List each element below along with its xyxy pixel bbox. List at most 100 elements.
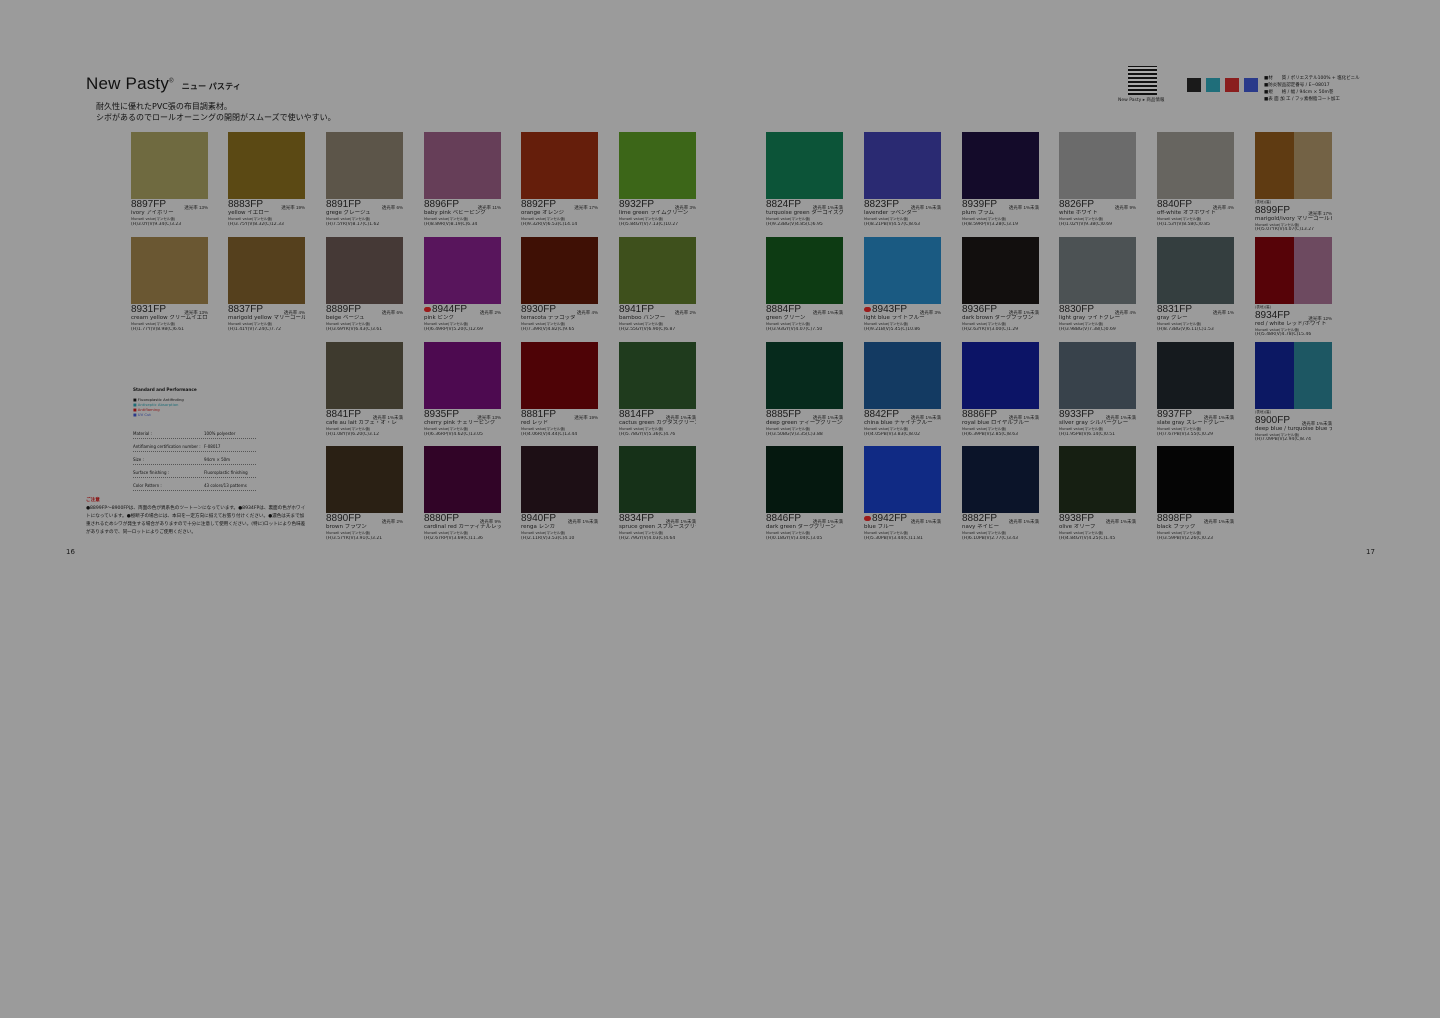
swatch-8890fp[interactable]: 8890FP 透光率 2% brown ブラウン Munsell value(マンセル…: [326, 446, 403, 541]
swatch-code: 8826FP: [1059, 199, 1095, 210]
swatch-8831fp[interactable]: 8831FP 透光率 1% gray グレー Munsell value(マンセル値)…: [1157, 237, 1234, 332]
spec-value: Fluoroplastic finishing: [204, 470, 248, 475]
swatch-8830fp[interactable]: 8830FP 透光率 4% light gray ライトグレー Munsell val…: [1059, 237, 1136, 332]
swatch-name: slate gray スレートグレー: [1157, 420, 1225, 426]
swatch-8884fp[interactable]: 8884FP 透光率 1%未満 green グリーン Munsell value(マン…: [766, 237, 843, 332]
swatch-8880fp[interactable]: 8880FP 透光率 9% cardinal red カーディナルレッド Munsel…: [424, 446, 501, 541]
transmittance: 透光率 2%: [674, 310, 696, 315]
swatch-8933fp[interactable]: 8933FP 透光率 1%未満 silver gray シルバーグレー Munsell…: [1059, 342, 1136, 437]
swatch-code: 8939FP: [962, 199, 998, 210]
transmittance: 透光率 6%: [381, 310, 403, 315]
swatch-8886fp[interactable]: 8886FP 透光率 1%未満 royal blue ロイヤルブルー Munsell …: [962, 342, 1039, 437]
swatch-8899fp[interactable]: (表地)(裏) 8899FP 透光率 17% marigold/ivory マリーゴー…: [1255, 132, 1332, 232]
swatch-8896fp[interactable]: 8896FP 透光率 11% baby pink ベビーピンク Munsell val…: [424, 132, 501, 227]
qr-code[interactable]: [1128, 66, 1157, 95]
swatch-8938fp[interactable]: 8938FP 透光率 1%未満 olive オリーブ Munsell value(マン…: [1059, 446, 1136, 541]
munsell-value: (H)3.69YR(V)6.43(C)3.61: [326, 326, 383, 332]
swatch-8944fp[interactable]: 8944FP 透光率 2% pink ピンク Munsell value(マンセル値)…: [424, 237, 501, 332]
swatch-code: 8940FP: [521, 513, 557, 524]
munsell-value: (H)6.36RP(V)4.62(C)13.05: [424, 431, 483, 437]
swatch-name: blue ブルー: [864, 524, 895, 530]
swatch-code: 8823FP: [864, 199, 900, 210]
swatch-8897fp[interactable]: 8897FP 透光率 13% ivory アイボリー Munsell value(マン…: [131, 132, 208, 227]
swatch-8941fp[interactable]: 8941FP 透光率 2% bamboo バンブー Munsell value(マンセ…: [619, 237, 696, 332]
munsell-value: (H)6.10PB(V)2.77(C)3.43: [962, 535, 1018, 541]
swatch-8942fp[interactable]: 8942FP 透光率 1%未満 blue ブルー Munsell value(マンセル…: [864, 446, 941, 541]
swatch-8840fp[interactable]: 8840FP 透光率 4% off-white オフホワイト Munsell valu…: [1157, 132, 1234, 227]
transmittance: 透光率 1%未満: [812, 310, 843, 315]
color-chip: [131, 237, 208, 304]
swatch-8900fp[interactable]: (表地)(裏) 8900FP 透光率 1%未満 deep blue / turquoi…: [1255, 342, 1332, 442]
swatch-side-label: (表地)(裏): [1255, 305, 1271, 309]
swatch-name: brown ブラウン: [326, 524, 367, 530]
transmittance: 透光率 1%未満: [1105, 519, 1136, 524]
swatch-name: deep green ディープグリーン: [766, 420, 843, 426]
color-chip: [962, 342, 1039, 409]
swatch-8846fp[interactable]: 8846FP 透光率 1%未満 dark green ダークグリーン Munsell …: [766, 446, 843, 541]
swatch-8889fp[interactable]: 8889FP 透光率 6% beige ベージュ Munsell value(マンセル…: [326, 237, 403, 332]
swatch-8898fp[interactable]: 8898FP 透光率 1%未満 black ブラック Munsell value(マン…: [1157, 446, 1234, 541]
spec-row: Antiflaming certification number : F-0801…: [133, 442, 256, 452]
swatch-8814fp[interactable]: 8814FP 透光率 1%未満 cactus green カクタスグリーン Munse…: [619, 342, 696, 437]
swatch-8940fp[interactable]: 8940FP 透光率 1%未満 renga レンガ Munsell value(マンセ…: [521, 446, 598, 541]
swatch-name: gray グレー: [1157, 315, 1188, 321]
transmittance: 透光率 4%: [576, 310, 598, 315]
munsell-value: (H)8.73BG(V)6.11(C)1.53: [1157, 326, 1214, 332]
swatch-8881fp[interactable]: 8881FP 透光率 19% red レッド Munsell value(マンセル値)…: [521, 342, 598, 437]
color-chip: [424, 446, 501, 513]
spec-value: 43 colors/13 patterns: [204, 483, 247, 488]
swatch-code: 8936FP: [962, 304, 998, 315]
swatch-8885fp[interactable]: 8885FP 透光率 1%未満 deep green ディープグリーン Munsell…: [766, 342, 843, 437]
swatch-8936fp[interactable]: 8936FP 透光率 1%未満 dark brown ダークブラウン Munsell …: [962, 237, 1039, 332]
swatch-8934fp[interactable]: (表地)(裏) 8934FP 透光率 12% red / white レッド/ホワイト…: [1255, 237, 1332, 337]
swatch-8937fp[interactable]: 8937FP 透光率 1%未満 slate gray スレートグレー Munsell …: [1157, 342, 1234, 437]
swatch-8892fp[interactable]: 8892FP 透光率 17% orange オレンジ Munsell value(マン…: [521, 132, 598, 227]
spec-row: Size : 94cm × 50m: [133, 455, 256, 465]
color-chip: [131, 132, 208, 199]
swatch-name: cactus green カクタスグリーン: [619, 420, 696, 426]
swatch-code-row: 8842FP 透光率 1%未満: [864, 410, 941, 421]
chip-front: [1255, 342, 1294, 409]
swatch-code: 8824FP: [766, 199, 802, 210]
color-chip: [766, 342, 843, 409]
swatch-8935fp[interactable]: 8935FP 透光率 13% cherry pink チェリーピンク Munsell …: [424, 342, 501, 437]
swatch-8824fp[interactable]: 8824FP透光率 1%未満turquoise green ターコイズグリーンM…: [766, 132, 843, 227]
spec-value: 100% polyester: [204, 431, 236, 436]
swatch-8943fp[interactable]: 8943FP 透光率 3% light blue ライトブルー Munsell val…: [864, 237, 941, 332]
swatch-name: light blue ライトブルー: [864, 315, 925, 321]
swatch-8842fp[interactable]: 8842FP 透光率 1%未満 china blue チャイナブルー Munsell …: [864, 342, 941, 437]
swatch-code-row: 8890FP 透光率 2%: [326, 514, 403, 525]
swatch-8826fp[interactable]: 8826FP 透光率 9% white ホワイト Munsell value(マンセル…: [1059, 132, 1136, 227]
swatch-8882fp[interactable]: 8882FP 透光率 1%未満 navy ネイビー Munsell value(マンセ…: [962, 446, 1039, 541]
certification-icon-4: [1244, 78, 1258, 92]
swatch-code-row: 8823FP 透光率 1%未満: [864, 199, 941, 211]
color-chip: [521, 132, 598, 199]
swatch-8883fp[interactable]: 8883FP 透光率 19% yellow イエロー Munsell value(マン…: [228, 132, 305, 227]
swatch-8930fp[interactable]: 8930FP 透光率 4% terracota テラコッタ Munsell value…: [521, 237, 598, 332]
swatch-8823fp[interactable]: 8823FP 透光率 1%未満 lavender ラベンダー Munsell valu…: [864, 132, 941, 227]
chip-back: [1293, 342, 1332, 409]
swatch-8932fp[interactable]: 8932FP 透光率 3% lime green ライムグリーン Munsell va…: [619, 132, 696, 227]
qr-label: New Pasty ▸ 商品情報: [1118, 98, 1165, 103]
spec-box: Standard and Performance ■ Fluoroplastic…: [133, 387, 256, 491]
color-chip: [619, 237, 696, 304]
swatch-code-row: 8814FP 透光率 1%未満: [619, 410, 696, 421]
swatch-8841fp[interactable]: 8841FP 透光率 1%未満 cafe au lait カフェ・オ・レ Munsel…: [326, 342, 403, 437]
color-chip: [424, 237, 501, 304]
color-chip: [1157, 342, 1234, 409]
swatch-8939fp[interactable]: 8939FP 透光率 1%未満 plum プラム Munsell value(マンセル…: [962, 132, 1039, 227]
transmittance: 透光率 19%: [281, 205, 305, 210]
swatch-code: 8900FP: [1255, 414, 1291, 426]
munsell-value: (H)2.11R(V)3.53(C)4.10: [521, 535, 575, 541]
swatch-8931fp[interactable]: 8931FP 透光率 13% cream yellow クリームイエロー Munsel…: [131, 237, 208, 332]
munsell-value: (H)3.59PB(V)2.26(C)0.23: [1157, 535, 1213, 541]
swatch-name: cherry pink チェリーピンク: [424, 420, 496, 426]
swatch-code-row: 8841FP 透光率 1%未満: [326, 410, 403, 421]
color-chip: [864, 446, 941, 513]
munsell-value: (H)7.67PB(V)3.55(C)0.29: [1157, 431, 1213, 437]
swatch-8891fp[interactable]: 8891FP 透光率 6% grege グレージュ Munsell value(マンセ…: [326, 132, 403, 227]
spec-line: ■表 面 加 工 / フッ素樹脂コート加工: [1264, 97, 1340, 102]
swatch-8837fp[interactable]: 8837FP透光率 4%marigold yellow マリーゴールドイエローM…: [228, 237, 305, 332]
color-chip: [1157, 132, 1234, 199]
swatch-8834fp[interactable]: 8834FP透光率 1%未満spruce green スプルースグリーンMuns…: [619, 446, 696, 541]
